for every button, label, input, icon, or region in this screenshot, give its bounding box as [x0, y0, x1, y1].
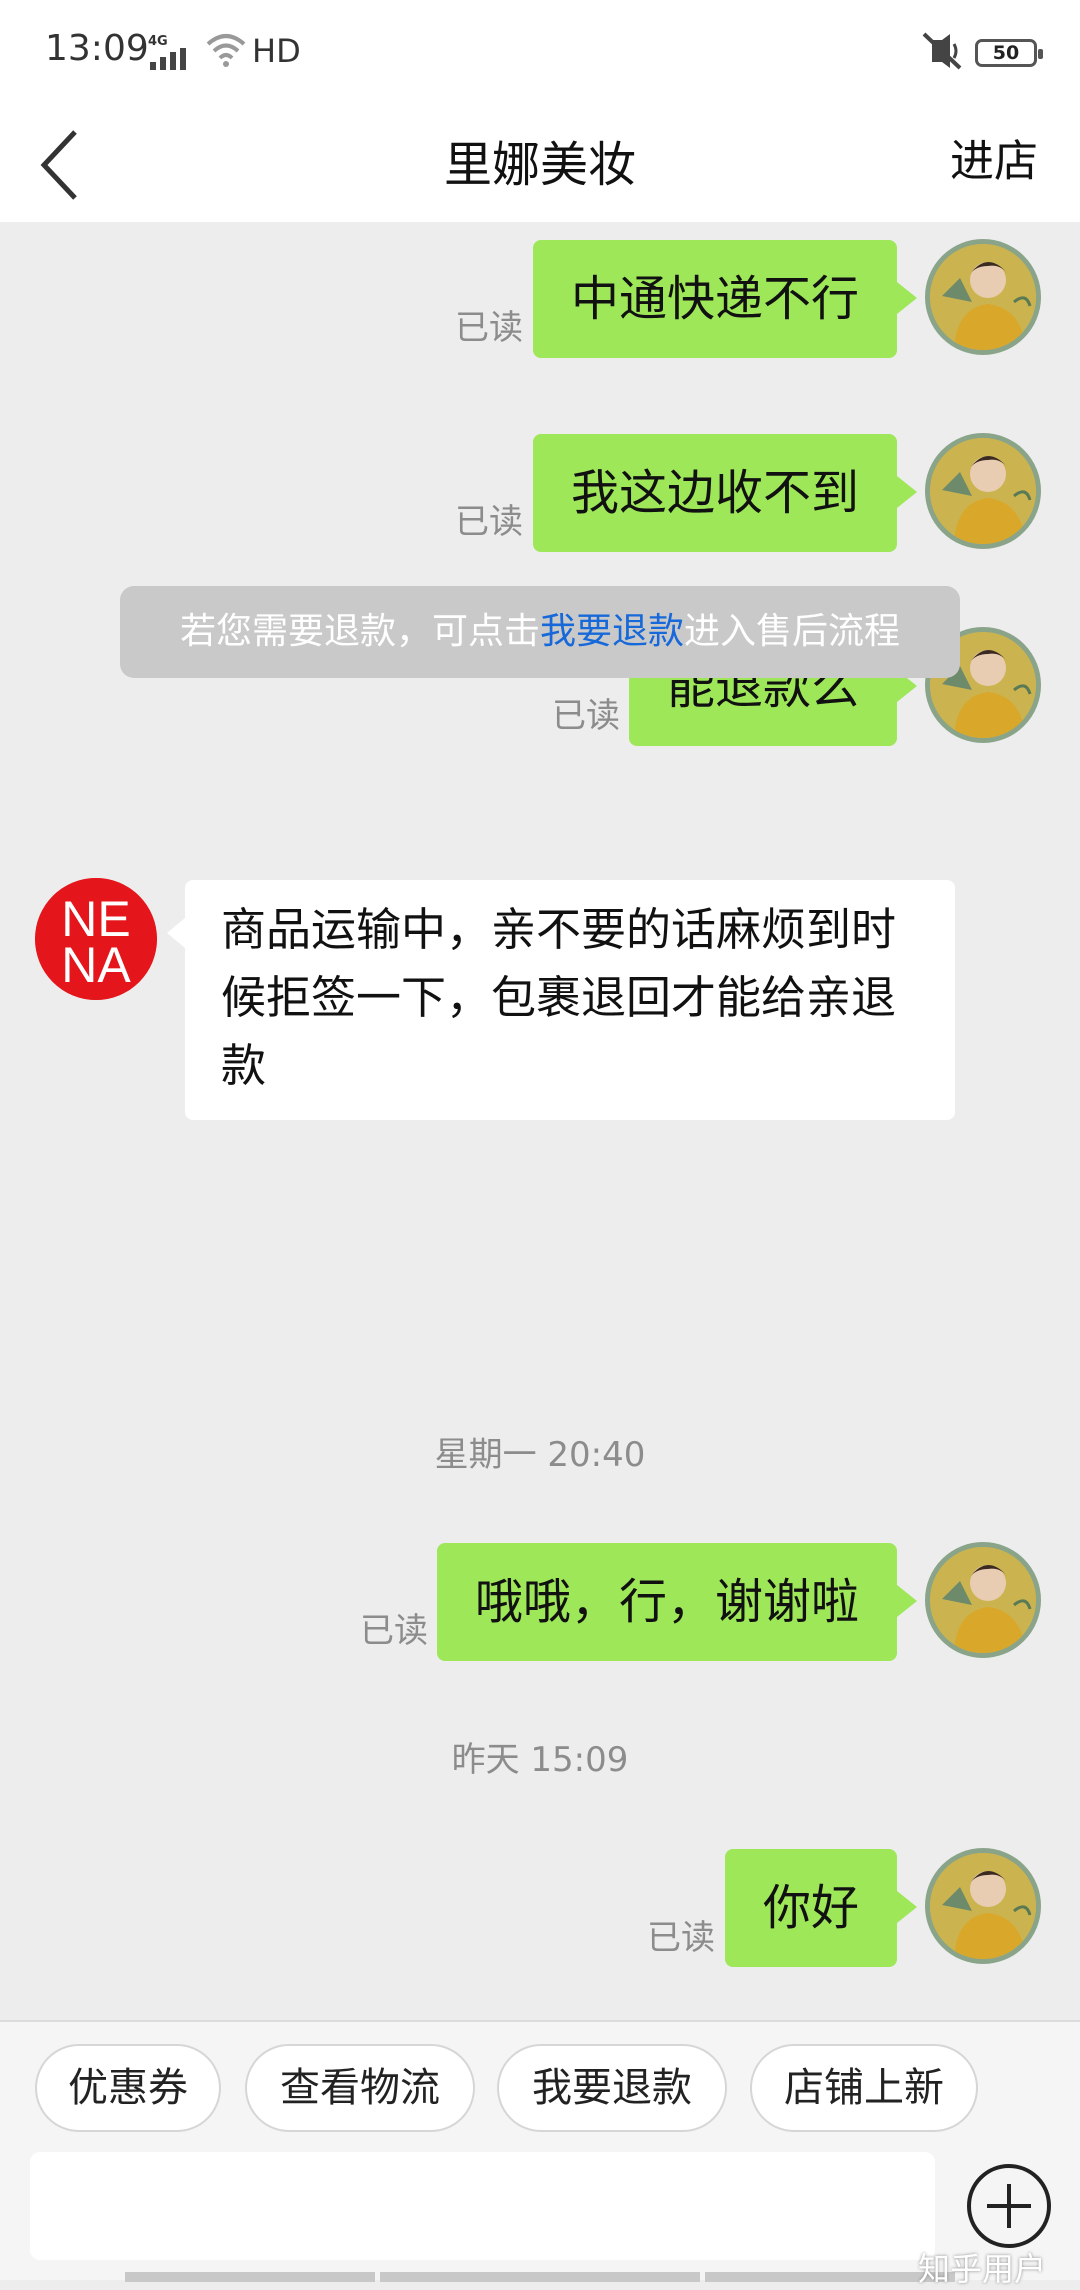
network-type: 4G [148, 34, 168, 49]
outgoing-message[interactable]: 哦哦，行，谢谢啦 [436, 1543, 918, 1661]
chat-area[interactable]: 中通快递不行 已读 我这边收不到 已读 能退款么 已读 若您需要退款，可点击我要… [0, 222, 1080, 2020]
read-status: 已读 [360, 1611, 428, 1651]
user-avatar[interactable] [925, 433, 1041, 549]
quick-action-new-arrivals[interactable]: 店铺上新 [750, 2044, 978, 2132]
hd-indicator: HD [252, 32, 301, 70]
page-title: 里娜美妆 [443, 137, 636, 193]
refund-notice: 若您需要退款，可点击我要退款进入售后流程 [120, 586, 960, 678]
user-avatar[interactable] [925, 239, 1041, 355]
quick-action-refund[interactable]: 我要退款 [497, 2044, 727, 2132]
timestamp: 星期一 20:40 [434, 1435, 646, 1475]
read-status: 已读 [552, 696, 620, 736]
status-bar: 13:09 4G HD 50 [0, 0, 1080, 105]
message-input[interactable] [30, 2152, 935, 2260]
notice-text-after: 进入售后流程 [684, 611, 901, 652]
quick-action-coupon[interactable]: 优惠券 [35, 2044, 221, 2132]
quick-action-logistics[interactable]: 查看物流 [245, 2044, 475, 2132]
outgoing-message[interactable]: 你好 [724, 1849, 918, 1967]
timestamp: 昨天 15:09 [451, 1740, 629, 1780]
battery-icon: 50 [975, 39, 1043, 67]
panel-tab[interactable] [125, 2272, 375, 2282]
incoming-message[interactable]: 商品运输中，亲不要的话麻烦到时候拒签一下，包裹退回才能给亲退款 [167, 880, 955, 1120]
status-time: 13:09 [45, 28, 149, 69]
battery-level: 50 [992, 42, 1020, 64]
wifi-icon [206, 34, 246, 67]
enter-store-button[interactable]: 进店 [950, 125, 1038, 189]
outgoing-message[interactable]: 我这边收不到 [532, 434, 918, 552]
chat-header: 里娜美妆 进店 [0, 105, 1080, 222]
read-status: 已读 [647, 1918, 715, 1958]
outgoing-message[interactable]: 中通快递不行 [532, 240, 918, 358]
notice-text-before: 若您需要退款，可点击 [179, 611, 540, 652]
refund-link[interactable]: 我要退款 [540, 611, 684, 652]
signal-icon [150, 48, 186, 70]
watermark: 知乎用户 [918, 2250, 1047, 2288]
read-status: 已读 [455, 502, 523, 542]
read-status: 已读 [455, 308, 523, 348]
mute-icon [922, 32, 962, 70]
user-avatar[interactable] [925, 1848, 1041, 1964]
panel-tab[interactable] [380, 2272, 700, 2282]
plus-icon[interactable] [965, 2162, 1053, 2250]
bottom-panel: 优惠券 查看物流 我要退款 店铺上新 知乎用户 [0, 2020, 1080, 2288]
shop-avatar[interactable]: NE NA [35, 878, 157, 1000]
shop-logo-text: NA [61, 937, 131, 993]
user-avatar[interactable] [925, 1542, 1041, 1658]
